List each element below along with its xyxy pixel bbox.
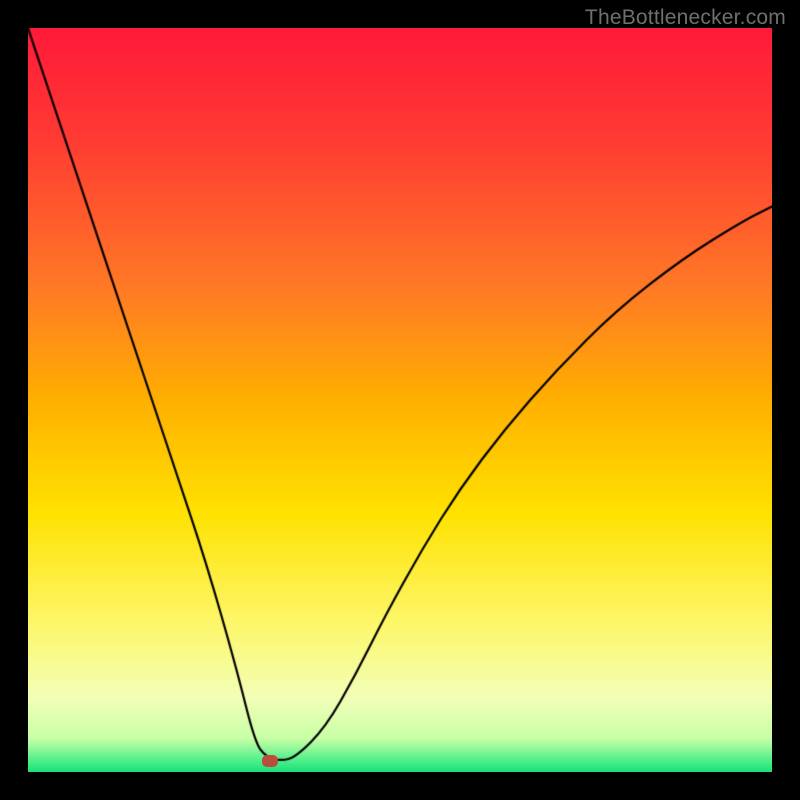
chart-viewport: TheBottlenecker.com (0, 0, 800, 800)
watermark-text: TheBottlenecker.com (585, 6, 786, 30)
chart-gradient-background (28, 28, 772, 772)
